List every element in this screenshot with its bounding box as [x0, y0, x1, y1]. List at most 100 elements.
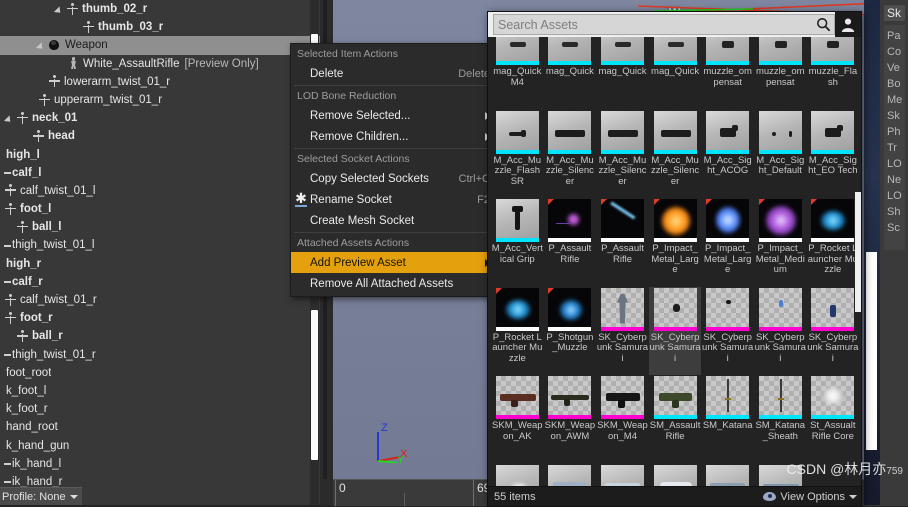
right-scrollbar[interactable]: [866, 252, 877, 450]
tree-row-neck-01[interactable]: neck_01: [0, 109, 320, 127]
asset-item[interactable]: SKM_Weapon_AK: [491, 375, 544, 464]
asset-thumbnail[interactable]: [600, 464, 644, 487]
asset-item[interactable]: SKM_Weapon_M4: [596, 375, 649, 464]
tree-row-white-assaultrifle[interactable]: White_AssaultRifle [Preview Only]: [0, 55, 320, 73]
asset-thumbnail[interactable]: [811, 37, 855, 65]
asset-item[interactable]: M_Acc_Sight_EO Tech: [807, 110, 860, 199]
asset-item[interactable]: mag_Quick: [596, 37, 649, 110]
asset-item[interactable]: P_Assault Rifle: [544, 198, 597, 287]
asset-item[interactable]: SK_Cyberpunk Samurai: [754, 287, 807, 376]
tree-row-high-l[interactable]: high_l: [0, 146, 320, 164]
user-avatar-button[interactable]: [835, 12, 861, 37]
asset-item[interactable]: M_Acc_Sight_ACOG: [701, 110, 754, 199]
details-panel-item[interactable]: LO: [884, 188, 905, 204]
asset-thumbnail[interactable]: [548, 376, 592, 419]
tree-row-lowerarm-twist-01-r[interactable]: lowerarm_twist_01_r: [0, 73, 320, 91]
menu-item-add-preview-asset[interactable]: Add Preview Asset: [291, 252, 495, 273]
view-options-button[interactable]: View Options: [763, 491, 861, 503]
asset-thumbnail[interactable]: [548, 464, 592, 487]
expand-arrow-icon[interactable]: [6, 114, 15, 123]
tree-row-upperarm-twist-01-r[interactable]: upperarm_twist_01_r: [0, 91, 320, 109]
asset-item[interactable]: M_Acc_Muzzle_Silencer: [596, 110, 649, 199]
tree-row-high-r[interactable]: high_r: [0, 255, 320, 273]
asset-grid-scrollbar[interactable]: [855, 192, 861, 312]
asset-thumbnail[interactable]: [706, 110, 750, 154]
profile-dropdown[interactable]: Profile: None: [0, 487, 82, 505]
asset-thumbnail[interactable]: [758, 287, 802, 331]
tree-row-thigh-twist-01-r[interactable]: thigh_twist_01_r: [0, 346, 320, 364]
asset-thumbnail[interactable]: [548, 110, 592, 154]
asset-item[interactable]: mag_Quick M4: [491, 37, 544, 110]
asset-thumbnail[interactable]: [706, 37, 750, 65]
asset-item[interactable]: SK_Cyberpunk Samurai: [648, 286, 702, 375]
asset-thumbnail[interactable]: [811, 376, 855, 419]
asset-thumbnail[interactable]: [758, 110, 802, 154]
tree-row-calf-r[interactable]: calf_r: [0, 273, 320, 291]
context-menu[interactable]: Selected Item Actions Delete Delete LOD Bon…: [290, 43, 496, 297]
tree-row-head[interactable]: head: [0, 127, 320, 145]
asset-thumbnail[interactable]: [653, 376, 697, 419]
details-panel-item[interactable]: Ne: [884, 172, 905, 188]
asset-item[interactable]: White_Shotgun: [701, 464, 754, 487]
tree-row-ik-hand-l[interactable]: ik_hand_l: [0, 455, 320, 473]
tree-row-foot-l[interactable]: foot_l: [0, 200, 320, 218]
asset-thumbnail[interactable]: [600, 199, 644, 242]
tree-row-thumb-02-r[interactable]: thumb_02_r: [0, 0, 320, 18]
search-icon[interactable]: [812, 15, 834, 34]
menu-item-rename-socket[interactable]: ✱ Rename Socket F2: [291, 189, 495, 210]
details-panel-item[interactable]: Pa: [884, 28, 905, 44]
asset-thumbnail[interactable]: [495, 110, 539, 154]
details-panel-item[interactable]: Ph: [884, 124, 905, 140]
asset-item[interactable]: P_Impact_Metal_Medium: [754, 198, 807, 287]
details-panel[interactable]: Sk Pa Co Ve Bo Me Sk Ph Tr LO Ne LO Sh Sc: [880, 0, 908, 505]
asset-item[interactable]: SK_Cyberpunk Samurai: [807, 287, 860, 376]
menu-item-remove-all-attached-assets[interactable]: Remove All Attached Assets: [291, 273, 495, 294]
asset-thumbnail[interactable]: [758, 199, 802, 242]
skeleton-tree-rows[interactable]: thumb_02_r thumb_03_r Weapon White_AssaultR…: [0, 0, 320, 491]
asset-thumbnail[interactable]: [653, 287, 697, 331]
asset-thumbnail[interactable]: [653, 110, 697, 154]
asset-thumbnail[interactable]: [600, 376, 644, 419]
menu-item-remove-children[interactable]: Remove Children...: [291, 126, 495, 147]
details-panel-item[interactable]: LO: [884, 156, 905, 172]
asset-thumbnail[interactable]: [600, 110, 644, 154]
asset-thumbnail[interactable]: [600, 287, 644, 331]
asset-thumbnail[interactable]: [706, 199, 750, 242]
asset-item[interactable]: SK_Cyberpunk Samurai: [701, 287, 754, 376]
asset-thumbnail[interactable]: [495, 37, 539, 65]
asset-grid[interactable]: mag_Quick M4 mag_Quick mag_Quick mag_Quick m…: [491, 37, 859, 487]
asset-item[interactable]: M_Acc_Muzzle_Flash SR: [491, 110, 544, 199]
asset-item[interactable]: mag_Quick: [649, 37, 702, 110]
asset-item[interactable]: mag_Quick: [544, 37, 597, 110]
expand-arrow-icon[interactable]: [38, 41, 47, 50]
asset-item[interactable]: P_Assault Rifle: [596, 198, 649, 287]
menu-item-remove-selected[interactable]: Remove Selected...: [291, 105, 495, 126]
asset-thumbnail[interactable]: [706, 464, 750, 487]
tree-row-ball-r[interactable]: ball_r: [0, 327, 320, 345]
asset-thumbnail[interactable]: [758, 376, 802, 419]
asset-picker-popup[interactable]: mag_Quick M4mag_Quickmag_Quickmag_Quickm…: [487, 11, 862, 507]
asset-thumbnail[interactable]: [495, 287, 539, 331]
asset-thumbnail[interactable]: [548, 199, 592, 242]
asset-item[interactable]: muzzle_Flash: [807, 37, 860, 110]
tree-row-hand-root[interactable]: hand_root: [0, 418, 320, 436]
details-panel-item[interactable]: Ve: [884, 60, 905, 76]
asset-item[interactable]: P_Impact_Metal_Large: [701, 198, 754, 287]
asset-item[interactable]: St_Assualt Rifle Core: [807, 375, 860, 464]
details-panel-item[interactable]: Bo: [884, 76, 905, 92]
tree-row-thigh-twist-01-l[interactable]: thigh_twist_01_l: [0, 236, 320, 254]
details-panel-item[interactable]: Me: [884, 92, 905, 108]
details-panel-item[interactable]: Co: [884, 44, 905, 60]
asset-item[interactable]: P_Impact_Metal_Large: [649, 198, 702, 287]
skeleton-tree-panel[interactable]: thumb_02_r thumb_03_r Weapon White_AssaultR…: [0, 0, 320, 505]
asset-thumbnail[interactable]: [653, 37, 697, 65]
asset-item[interactable]: White_Rocket Launcher: [649, 464, 702, 487]
asset-thumbnail[interactable]: [811, 287, 855, 331]
asset-item[interactable]: M_Acc_Muzzle_Silencer: [649, 110, 702, 199]
asset-item[interactable]: SM_Katana: [701, 375, 754, 464]
tree-row-thumb-03-r[interactable]: thumb_03_r: [0, 18, 320, 36]
asset-item[interactable]: M_Acc_Muzzle_Silencer: [544, 110, 597, 199]
tree-row-k-foot-l[interactable]: k_foot_l: [0, 382, 320, 400]
asset-item[interactable]: SK_Cyberpunk Samurai: [596, 287, 649, 376]
tree-row-k-hand-gun[interactable]: k_hand_gun: [0, 437, 320, 455]
